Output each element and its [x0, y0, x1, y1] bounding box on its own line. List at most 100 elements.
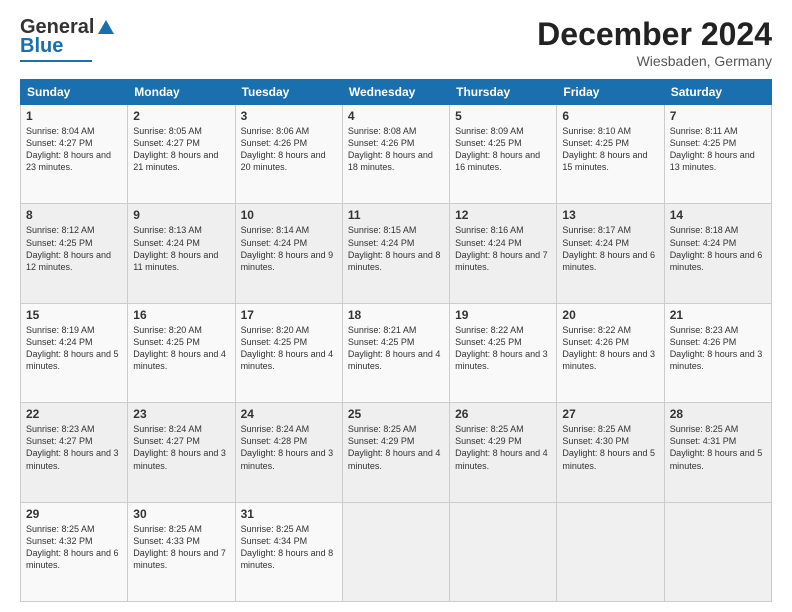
day-number: 29: [26, 507, 122, 521]
day-content: Sunrise: 8:17 AM Sunset: 4:24 PM Dayligh…: [562, 224, 658, 273]
week-row-2: 8 Sunrise: 8:12 AM Sunset: 4:25 PM Dayli…: [21, 204, 772, 303]
day-number: 7: [670, 109, 766, 123]
day-number: 24: [241, 407, 337, 421]
header-row: Sunday Monday Tuesday Wednesday Thursday…: [21, 80, 772, 105]
day-content: Sunrise: 8:14 AM Sunset: 4:24 PM Dayligh…: [241, 224, 337, 273]
day-content: Sunrise: 8:25 AM Sunset: 4:30 PM Dayligh…: [562, 423, 658, 472]
day-number: 30: [133, 507, 229, 521]
col-tuesday: Tuesday: [235, 80, 342, 105]
day-number: 4: [348, 109, 444, 123]
day-number: 12: [455, 208, 551, 222]
col-friday: Friday: [557, 80, 664, 105]
day-cell: 3 Sunrise: 8:06 AM Sunset: 4:26 PM Dayli…: [235, 105, 342, 204]
day-cell: 27 Sunrise: 8:25 AM Sunset: 4:30 PM Dayl…: [557, 403, 664, 502]
day-cell: 21 Sunrise: 8:23 AM Sunset: 4:26 PM Dayl…: [664, 303, 771, 402]
day-number: 15: [26, 308, 122, 322]
calendar-table: Sunday Monday Tuesday Wednesday Thursday…: [20, 79, 772, 602]
day-cell: 25 Sunrise: 8:25 AM Sunset: 4:29 PM Dayl…: [342, 403, 449, 502]
day-content: Sunrise: 8:12 AM Sunset: 4:25 PM Dayligh…: [26, 224, 122, 273]
day-content: Sunrise: 8:25 AM Sunset: 4:33 PM Dayligh…: [133, 523, 229, 572]
day-cell: 15 Sunrise: 8:19 AM Sunset: 4:24 PM Dayl…: [21, 303, 128, 402]
day-cell: [664, 502, 771, 601]
day-content: Sunrise: 8:08 AM Sunset: 4:26 PM Dayligh…: [348, 125, 444, 174]
day-cell: 20 Sunrise: 8:22 AM Sunset: 4:26 PM Dayl…: [557, 303, 664, 402]
col-wednesday: Wednesday: [342, 80, 449, 105]
day-cell: [450, 502, 557, 601]
day-content: Sunrise: 8:21 AM Sunset: 4:25 PM Dayligh…: [348, 324, 444, 373]
day-cell: 23 Sunrise: 8:24 AM Sunset: 4:27 PM Dayl…: [128, 403, 235, 502]
day-number: 21: [670, 308, 766, 322]
day-cell: 7 Sunrise: 8:11 AM Sunset: 4:25 PM Dayli…: [664, 105, 771, 204]
day-content: Sunrise: 8:16 AM Sunset: 4:24 PM Dayligh…: [455, 224, 551, 273]
week-row-4: 22 Sunrise: 8:23 AM Sunset: 4:27 PM Dayl…: [21, 403, 772, 502]
day-content: Sunrise: 8:20 AM Sunset: 4:25 PM Dayligh…: [241, 324, 337, 373]
day-number: 20: [562, 308, 658, 322]
logo-icon: [96, 18, 116, 38]
logo-blue: Blue: [20, 35, 63, 58]
day-number: 5: [455, 109, 551, 123]
day-content: Sunrise: 8:22 AM Sunset: 4:26 PM Dayligh…: [562, 324, 658, 373]
day-content: Sunrise: 8:06 AM Sunset: 4:26 PM Dayligh…: [241, 125, 337, 174]
day-cell: [557, 502, 664, 601]
day-cell: [342, 502, 449, 601]
day-content: Sunrise: 8:15 AM Sunset: 4:24 PM Dayligh…: [348, 224, 444, 273]
week-row-3: 15 Sunrise: 8:19 AM Sunset: 4:24 PM Dayl…: [21, 303, 772, 402]
day-cell: 2 Sunrise: 8:05 AM Sunset: 4:27 PM Dayli…: [128, 105, 235, 204]
day-content: Sunrise: 8:25 AM Sunset: 4:29 PM Dayligh…: [348, 423, 444, 472]
day-cell: 18 Sunrise: 8:21 AM Sunset: 4:25 PM Dayl…: [342, 303, 449, 402]
day-content: Sunrise: 8:10 AM Sunset: 4:25 PM Dayligh…: [562, 125, 658, 174]
day-cell: 4 Sunrise: 8:08 AM Sunset: 4:26 PM Dayli…: [342, 105, 449, 204]
day-number: 11: [348, 208, 444, 222]
day-number: 23: [133, 407, 229, 421]
day-number: 28: [670, 407, 766, 421]
col-sunday: Sunday: [21, 80, 128, 105]
day-content: Sunrise: 8:09 AM Sunset: 4:25 PM Dayligh…: [455, 125, 551, 174]
day-number: 9: [133, 208, 229, 222]
day-content: Sunrise: 8:24 AM Sunset: 4:28 PM Dayligh…: [241, 423, 337, 472]
day-cell: 24 Sunrise: 8:24 AM Sunset: 4:28 PM Dayl…: [235, 403, 342, 502]
day-content: Sunrise: 8:23 AM Sunset: 4:27 PM Dayligh…: [26, 423, 122, 472]
day-content: Sunrise: 8:23 AM Sunset: 4:26 PM Dayligh…: [670, 324, 766, 373]
day-number: 13: [562, 208, 658, 222]
day-number: 14: [670, 208, 766, 222]
day-cell: 11 Sunrise: 8:15 AM Sunset: 4:24 PM Dayl…: [342, 204, 449, 303]
page: General Blue December 2024 Wiesbaden, Ge…: [0, 0, 792, 612]
day-content: Sunrise: 8:24 AM Sunset: 4:27 PM Dayligh…: [133, 423, 229, 472]
day-content: Sunrise: 8:11 AM Sunset: 4:25 PM Dayligh…: [670, 125, 766, 174]
week-row-1: 1 Sunrise: 8:04 AM Sunset: 4:27 PM Dayli…: [21, 105, 772, 204]
month-title: December 2024: [537, 16, 772, 53]
day-number: 16: [133, 308, 229, 322]
day-cell: 14 Sunrise: 8:18 AM Sunset: 4:24 PM Dayl…: [664, 204, 771, 303]
day-content: Sunrise: 8:25 AM Sunset: 4:34 PM Dayligh…: [241, 523, 337, 572]
day-cell: 17 Sunrise: 8:20 AM Sunset: 4:25 PM Dayl…: [235, 303, 342, 402]
day-cell: 8 Sunrise: 8:12 AM Sunset: 4:25 PM Dayli…: [21, 204, 128, 303]
day-number: 18: [348, 308, 444, 322]
day-cell: 1 Sunrise: 8:04 AM Sunset: 4:27 PM Dayli…: [21, 105, 128, 204]
day-number: 27: [562, 407, 658, 421]
day-number: 17: [241, 308, 337, 322]
day-number: 8: [26, 208, 122, 222]
day-cell: 30 Sunrise: 8:25 AM Sunset: 4:33 PM Dayl…: [128, 502, 235, 601]
location: Wiesbaden, Germany: [537, 53, 772, 69]
logo: General Blue: [20, 16, 116, 62]
col-saturday: Saturday: [664, 80, 771, 105]
day-cell: 9 Sunrise: 8:13 AM Sunset: 4:24 PM Dayli…: [128, 204, 235, 303]
day-cell: 28 Sunrise: 8:25 AM Sunset: 4:31 PM Dayl…: [664, 403, 771, 502]
day-number: 1: [26, 109, 122, 123]
day-number: 25: [348, 407, 444, 421]
day-cell: 10 Sunrise: 8:14 AM Sunset: 4:24 PM Dayl…: [235, 204, 342, 303]
day-number: 2: [133, 109, 229, 123]
day-cell: 29 Sunrise: 8:25 AM Sunset: 4:32 PM Dayl…: [21, 502, 128, 601]
day-content: Sunrise: 8:25 AM Sunset: 4:32 PM Dayligh…: [26, 523, 122, 572]
header: General Blue December 2024 Wiesbaden, Ge…: [20, 16, 772, 69]
day-content: Sunrise: 8:13 AM Sunset: 4:24 PM Dayligh…: [133, 224, 229, 273]
day-cell: 31 Sunrise: 8:25 AM Sunset: 4:34 PM Dayl…: [235, 502, 342, 601]
day-cell: 12 Sunrise: 8:16 AM Sunset: 4:24 PM Dayl…: [450, 204, 557, 303]
day-cell: 6 Sunrise: 8:10 AM Sunset: 4:25 PM Dayli…: [557, 105, 664, 204]
day-cell: 16 Sunrise: 8:20 AM Sunset: 4:25 PM Dayl…: [128, 303, 235, 402]
day-number: 22: [26, 407, 122, 421]
week-row-5: 29 Sunrise: 8:25 AM Sunset: 4:32 PM Dayl…: [21, 502, 772, 601]
day-number: 19: [455, 308, 551, 322]
col-monday: Monday: [128, 80, 235, 105]
day-content: Sunrise: 8:25 AM Sunset: 4:29 PM Dayligh…: [455, 423, 551, 472]
